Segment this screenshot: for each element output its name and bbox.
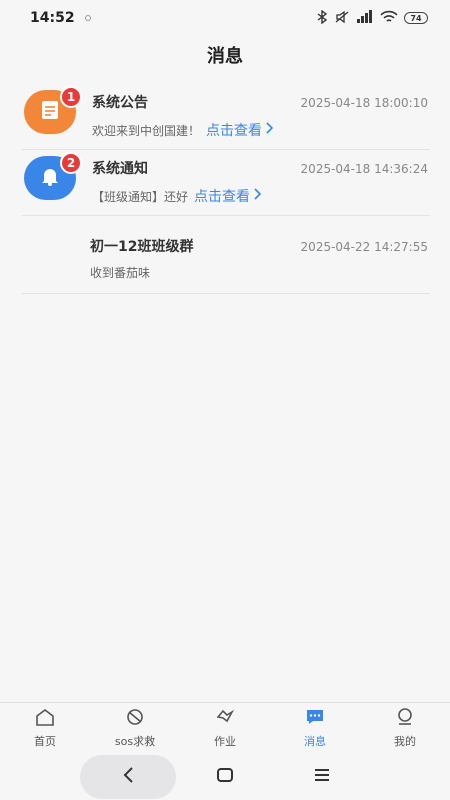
notification-dot-icon [84,15,91,21]
tab-home[interactable]: 首页 [5,708,85,749]
avatar: 2 [24,152,82,200]
tab-label: 作业 [214,735,236,748]
message-time: 2025-04-18 14:36:24 [300,162,428,176]
message-list: 1 系统公告 2025-04-18 18:00:10 欢迎来到中创国建！ 点击查… [0,84,450,294]
view-link[interactable]: 点击查看 [194,186,262,206]
bottom-tab-bar: 首页 sos求救 作业 消息 我的 [0,702,450,754]
message-preview: 收到番茄味 [90,264,150,281]
message-title: 初一12班班级群 [90,239,194,255]
home-icon [35,708,55,729]
view-link-label: 点击查看 [194,189,251,205]
view-link-label: 点击查看 [206,123,263,139]
profile-icon [395,708,415,729]
avatar: 1 [24,86,82,134]
tab-profile[interactable]: 我的 [365,708,445,749]
chevron-right-icon [266,122,274,138]
tab-label: 消息 [304,735,326,748]
message-item-notification[interactable]: 2 系统通知 2025-04-18 14:36:24 【班级通知】还好 点击查看 [14,150,436,216]
home-button[interactable] [177,755,273,799]
menu-button[interactable] [274,755,370,799]
message-item-class-group[interactable]: 初一12班班级群 2025-04-22 14:27:55 收到番茄味 [14,228,436,294]
status-time: 14:52 [30,10,75,26]
page-title: 消息 [207,46,243,67]
bell-icon [39,165,61,191]
status-left: 14:52 [30,10,91,26]
message-preview-text: 欢迎来到中创国建！ [92,123,201,138]
unread-badge: 2 [60,152,82,174]
message-time: 2025-04-22 14:27:55 [300,240,428,254]
homework-icon [215,708,235,729]
message-preview: 欢迎来到中创国建！ 点击查看 [92,120,274,140]
chevron-right-icon [254,188,262,204]
tab-messages[interactable]: 消息 [275,708,355,749]
bluetooth-icon [316,9,328,27]
tab-sos[interactable]: sos求救 [95,708,175,749]
message-title: 系统公告 [92,95,148,111]
back-button[interactable] [80,755,177,799]
status-bar: 14:52 74 [0,0,450,36]
message-title: 系统通知 [92,161,148,177]
message-item-announcement[interactable]: 1 系统公告 2025-04-18 18:00:10 欢迎来到中创国建！ 点击查… [14,84,436,150]
message-time: 2025-04-18 18:00:10 [300,96,428,110]
message-preview-text: 收到番茄味 [90,266,151,280]
view-link[interactable]: 点击查看 [206,120,274,140]
document-icon [40,99,60,125]
signal-icon [356,9,374,27]
status-right: 74 [316,9,428,27]
mute-icon [334,10,350,27]
battery-icon: 74 [404,12,428,24]
message-preview-text: 【班级通知】还好 [92,189,189,204]
sos-icon [125,708,145,729]
square-home-icon [216,767,234,787]
tab-label: sos求救 [114,735,156,748]
message-icon [305,708,325,729]
menu-icon [313,767,331,787]
unread-badge: 1 [60,86,82,108]
tab-label: 首页 [34,735,56,748]
wifi-icon [380,10,398,27]
back-icon [121,766,135,788]
tab-label: 我的 [394,735,416,748]
system-nav-bar [0,754,450,800]
tab-homework[interactable]: 作业 [185,708,265,749]
message-preview: 【班级通知】还好 点击查看 [92,186,262,206]
